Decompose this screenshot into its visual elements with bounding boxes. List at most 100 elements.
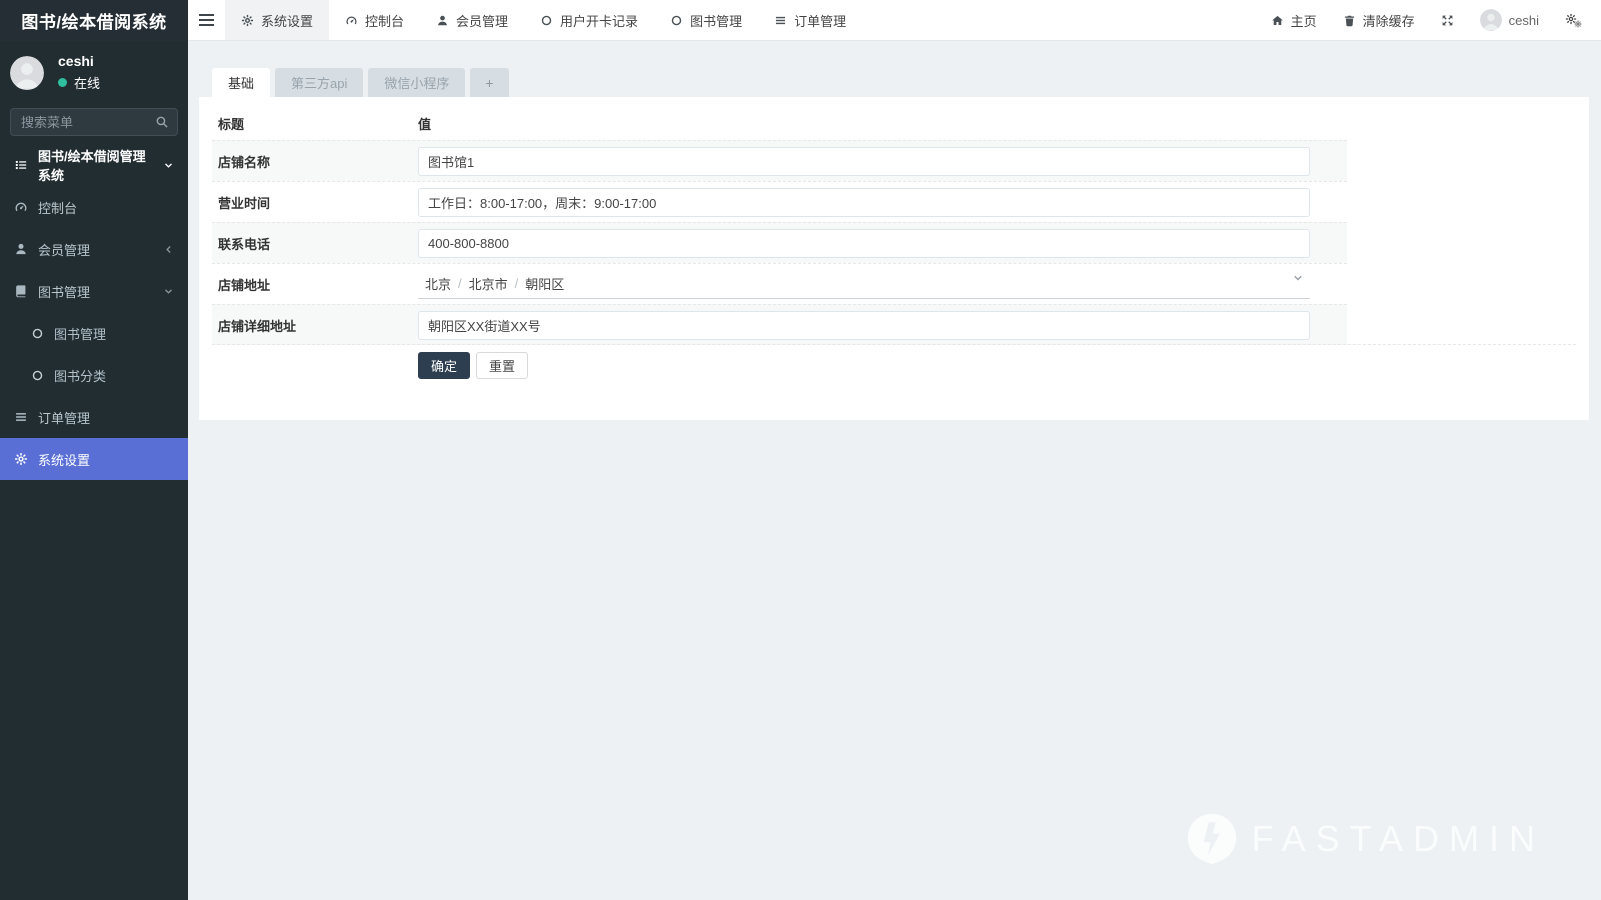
sidebar-item-orders[interactable]: 订单管理: [0, 396, 188, 438]
topnav-item-label: 控制台: [365, 11, 404, 30]
tab-label: 微信小程序: [384, 73, 449, 92]
business-hours-input[interactable]: [418, 188, 1310, 217]
tab-basic[interactable]: 基础: [212, 68, 270, 97]
circle-o-icon: [670, 14, 683, 27]
main-content: 基础 第三方api 微信小程序 + 标题 值 店铺名称 营业时间: [188, 41, 1601, 900]
circle-o-icon: [31, 369, 44, 382]
config-table: 店铺名称 营业时间 联系电话 店铺地址: [212, 140, 1347, 345]
user-icon: [14, 242, 28, 256]
app-logo: 图书/绘本借阅系统: [0, 0, 188, 41]
home-button[interactable]: 主页: [1258, 0, 1330, 40]
submit-button[interactable]: 确定: [418, 352, 470, 379]
form-actions: 确定 重置: [212, 344, 1576, 379]
clear-cache-button[interactable]: 清除缓存: [1330, 0, 1428, 40]
home-label: 主页: [1291, 11, 1317, 30]
table-row: 店铺地址 北京 / 北京市 / 朝阳区: [212, 263, 1347, 304]
fastadmin-watermark: FASTADMIN: [1184, 811, 1545, 867]
bars-icon: [774, 14, 787, 27]
tab-add-button[interactable]: +: [470, 68, 508, 97]
sidebar-item-label: 图书管理: [38, 282, 90, 301]
topnav-item-label: 系统设置: [261, 11, 313, 30]
detail-address-input[interactable]: [418, 311, 1310, 340]
sidebar-menu: 图书/绘本借阅管理系统 控制台 会员管理 图书管理 图书管理 图书分类: [0, 144, 188, 480]
watermark-text: FASTADMIN: [1252, 818, 1545, 860]
sidebar-item-label: 会员管理: [38, 240, 90, 259]
topbar: 系统设置 控制台 会员管理 用户开卡记录 图书管理 订单管理 主页: [188, 0, 1601, 41]
settings-menu-button[interactable]: [1552, 0, 1595, 40]
region-district: 朝阳区: [525, 274, 564, 293]
circle-o-icon: [540, 14, 553, 27]
topnav-item-label: 订单管理: [794, 11, 846, 30]
sidebar-subitem-label: 图书分类: [54, 366, 106, 385]
topnav-item-dashboard[interactable]: 控制台: [329, 0, 420, 40]
sidebar-item-settings[interactable]: 系统设置: [0, 438, 188, 480]
region-select[interactable]: 北京 / 北京市 / 朝阳区: [418, 269, 1310, 299]
tab-wechat-miniprogram[interactable]: 微信小程序: [368, 68, 465, 97]
plus-icon: +: [485, 75, 493, 91]
home-icon: [1271, 14, 1284, 27]
table-row: 店铺详细地址: [212, 304, 1347, 345]
sidebar-item-label: 系统设置: [38, 450, 90, 469]
sidebar-item-label: 订单管理: [38, 408, 90, 427]
sidebar: 图书/绘本借阅系统 ceshi 在线 图书/绘本借阅管理系统 控制台 会员管理: [0, 0, 188, 900]
region-city: 北京市: [469, 274, 508, 293]
topnav-item-members[interactable]: 会员管理: [420, 0, 524, 40]
contact-phone-input[interactable]: [418, 229, 1310, 258]
user-menu[interactable]: ceshi: [1467, 0, 1552, 40]
circle-o-icon: [31, 327, 44, 340]
sidebar-menu-header[interactable]: 图书/绘本借阅管理系统: [0, 144, 188, 186]
expand-icon: [1441, 14, 1454, 27]
topnav-item-settings[interactable]: 系统设置: [225, 0, 329, 40]
clear-cache-label: 清除缓存: [1363, 11, 1415, 30]
topnav-item-label: 用户开卡记录: [560, 11, 638, 30]
column-header-title: 标题: [212, 114, 418, 133]
tab-label: 第三方api: [291, 73, 347, 92]
user-icon: [436, 14, 449, 27]
fullscreen-button[interactable]: [1428, 0, 1467, 40]
list-icon: [14, 158, 28, 172]
field-label-business-hours: 营业时间: [212, 193, 418, 212]
field-label-shop-address: 店铺地址: [212, 275, 418, 294]
online-dot-icon: [58, 78, 67, 87]
region-separator: /: [458, 276, 462, 291]
menu-search-input[interactable]: [10, 108, 178, 136]
column-header-value: 值: [418, 114, 431, 133]
sidebar-item-books[interactable]: 图书管理: [0, 270, 188, 312]
sidebar-subitem-book-manage[interactable]: 图书管理: [0, 312, 188, 354]
sidebar-toggle-button[interactable]: [188, 0, 225, 40]
bars-icon: [14, 410, 28, 424]
sidebar-item-members[interactable]: 会员管理: [0, 228, 188, 270]
field-label-shop-name: 店铺名称: [212, 152, 418, 171]
tab-thirdparty-api[interactable]: 第三方api: [275, 68, 363, 97]
sidebar-subitem-book-category[interactable]: 图书分类: [0, 354, 188, 396]
shop-name-input[interactable]: [418, 147, 1310, 176]
tab-label: 基础: [228, 73, 254, 92]
sidebar-item-label: 控制台: [38, 198, 77, 217]
chevron-down-icon: [163, 160, 174, 171]
sidebar-submenu-books: 图书管理 图书分类: [0, 312, 188, 396]
gauge-icon: [345, 14, 358, 27]
table-header: 标题 值: [212, 107, 1347, 140]
topnav-item-orders[interactable]: 订单管理: [758, 0, 862, 40]
user-status-label: 在线: [74, 73, 100, 92]
user-avatar: [10, 56, 44, 90]
field-label-detail-address: 店铺详细地址: [212, 316, 418, 335]
menu-search: [10, 108, 178, 136]
topnav: 系统设置 控制台 会员管理 用户开卡记录 图书管理 订单管理: [225, 0, 862, 40]
topbar-username: ceshi: [1509, 13, 1539, 28]
table-row: 店铺名称: [212, 140, 1347, 181]
topnav-item-label: 会员管理: [456, 11, 508, 30]
topnav-item-books[interactable]: 图书管理: [654, 0, 758, 40]
chevron-left-icon: [163, 244, 174, 255]
sidebar-item-dashboard[interactable]: 控制台: [0, 186, 188, 228]
reset-button[interactable]: 重置: [476, 352, 528, 379]
table-row: 营业时间: [212, 181, 1347, 222]
chevron-down-icon: [163, 286, 174, 297]
region-separator: /: [515, 276, 519, 291]
topnav-item-label: 图书管理: [690, 11, 742, 30]
book-icon: [14, 284, 28, 298]
gauge-icon: [14, 200, 28, 214]
user-panel: ceshi 在线: [0, 41, 188, 102]
config-card: 标题 值 店铺名称 营业时间 联系电话: [199, 97, 1589, 420]
topnav-item-card-records[interactable]: 用户开卡记录: [524, 0, 654, 40]
